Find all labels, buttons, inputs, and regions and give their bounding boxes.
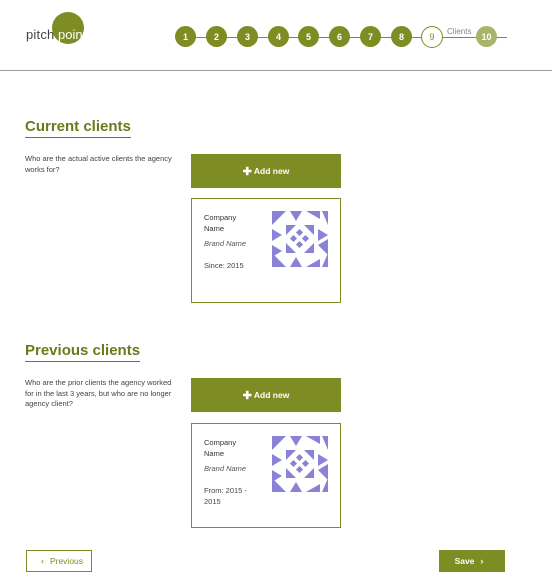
add-previous-client-button[interactable]: ✚ Add new — [191, 378, 341, 412]
step-4[interactable]: 4 — [268, 26, 289, 47]
step-1[interactable]: 1 — [175, 26, 196, 47]
chevron-right-icon: › — [480, 556, 484, 566]
add-button-label: Add new — [253, 166, 290, 176]
company-name: Company Name — [204, 438, 237, 458]
current-clients-description: Who are the actual active clients the ag… — [25, 154, 172, 174]
step-6[interactable]: 6 — [329, 26, 350, 47]
current-step-label: Clients — [447, 27, 472, 36]
header: pitch point 1 2 3 4 5 6 7 8 9 Clients 10 — [0, 0, 552, 71]
chevron-left-icon: ‹ — [40, 556, 44, 566]
step-2[interactable]: 2 — [206, 26, 227, 47]
logo-text-pitch: pitch — [26, 27, 55, 42]
plus-icon: ✚ — [242, 165, 252, 178]
brand-name: Brand Name — [204, 239, 247, 248]
step-8[interactable]: 8 — [391, 26, 412, 47]
step-3[interactable]: 3 — [237, 26, 258, 47]
client-period: From: 2015 - 2015 — [204, 486, 247, 506]
brand-name: Brand Name — [204, 464, 247, 473]
step-5[interactable]: 5 — [298, 26, 319, 47]
step-9[interactable]: 9 — [421, 26, 443, 48]
previous-button-label: Previous — [49, 556, 84, 566]
add-button-label: Add new — [253, 390, 290, 400]
add-current-client-button[interactable]: ✚ Add new — [191, 154, 341, 188]
client-period: Since: 2015 — [204, 261, 244, 270]
step-7[interactable]: 7 — [360, 26, 381, 47]
previous-client-card[interactable]: Company Name Brand Name From: 2015 - 201… — [191, 423, 341, 528]
logo-text-point: point — [58, 27, 87, 42]
previous-clients-description: Who are the prior clients the agency wor… — [25, 378, 172, 408]
brand-logo-icon — [272, 436, 328, 492]
current-clients-title: Current clients — [25, 118, 131, 138]
save-button[interactable]: Save › — [439, 550, 505, 572]
brand-logo-icon — [272, 211, 328, 267]
plus-icon: ✚ — [242, 389, 252, 402]
previous-clients-title: Previous clients — [25, 342, 141, 362]
company-name: Company Name — [204, 213, 237, 233]
previous-button[interactable]: ‹ Previous — [26, 550, 92, 572]
current-client-card[interactable]: Company Name Brand Name Since: 2015 — [191, 198, 341, 303]
save-button-label: Save — [454, 556, 475, 566]
step-10[interactable]: 10 — [476, 26, 497, 47]
